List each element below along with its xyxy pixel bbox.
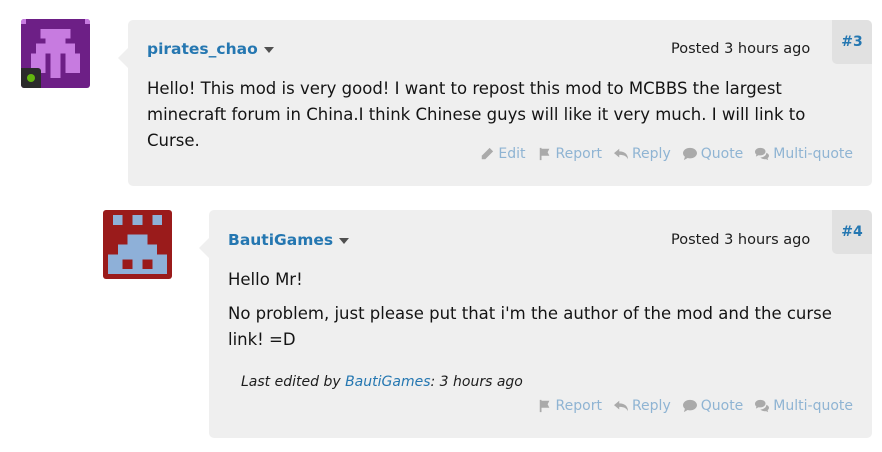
multi-quote-button[interactable]: Multi-quote bbox=[754, 146, 853, 162]
chevron-down-icon[interactable] bbox=[339, 238, 350, 244]
editor-link[interactable]: BautiGames bbox=[345, 374, 430, 390]
post-actions: Report Reply Quote Multi-quote bbox=[537, 398, 853, 414]
post-author[interactable]: BautiGames bbox=[228, 231, 350, 249]
report-button[interactable]: Report bbox=[537, 398, 602, 414]
post-3: pirates_chao Posted 3 hours ago #3 Hello… bbox=[118, 20, 872, 186]
post-author[interactable]: pirates_chao bbox=[147, 40, 274, 58]
flag-icon bbox=[539, 147, 549, 161]
chevron-down-icon[interactable] bbox=[263, 47, 274, 53]
avatar-pirates-chao[interactable] bbox=[21, 19, 90, 88]
double-speech-bubble-icon bbox=[755, 399, 770, 413]
quote-button[interactable]: Quote bbox=[682, 146, 743, 162]
report-button[interactable]: Report bbox=[537, 146, 602, 162]
multi-quote-button[interactable]: Multi-quote bbox=[754, 398, 853, 414]
post-4: BautiGames Posted 3 hours ago #4 Hello M… bbox=[199, 210, 872, 438]
posted-label: Posted bbox=[671, 232, 720, 248]
avatar-bautigames[interactable] bbox=[103, 210, 172, 279]
post-date: Posted 3 hours ago bbox=[671, 232, 810, 248]
post-time[interactable]: 3 hours ago bbox=[724, 232, 810, 248]
double-speech-bubble-icon bbox=[755, 147, 770, 161]
post-paragraph: No problem, just please put that i'm the… bbox=[228, 304, 832, 349]
speech-bubble-icon bbox=[682, 147, 697, 161]
speech-bubble-icon bbox=[682, 399, 697, 413]
post-number[interactable]: #3 bbox=[832, 20, 872, 64]
flag-icon bbox=[539, 399, 549, 413]
reply-arrow-icon bbox=[613, 400, 628, 412]
posted-label: Posted bbox=[671, 41, 720, 57]
reply-button[interactable]: Reply bbox=[613, 398, 671, 414]
post-body: Hello Mr! No problem, just please put th… bbox=[228, 267, 838, 361]
quote-button[interactable]: Quote bbox=[682, 398, 743, 414]
post-paragraph: Hello Mr! bbox=[228, 270, 303, 289]
reply-arrow-icon bbox=[613, 148, 628, 160]
post-paragraph: Hello! This mod is very good! I want to … bbox=[147, 79, 806, 150]
post-actions: Edit Report Reply Quote Multi-quote bbox=[479, 146, 853, 162]
post-date: Posted 3 hours ago bbox=[671, 41, 810, 57]
post-number[interactable]: #4 bbox=[832, 210, 872, 254]
last-edited-note: Last edited by BautiGames: 3 hours ago bbox=[241, 374, 523, 390]
post-author-name: BautiGames bbox=[228, 231, 334, 249]
post-author-name: pirates_chao bbox=[147, 40, 258, 58]
online-status-icon bbox=[21, 68, 41, 88]
post-time[interactable]: 3 hours ago bbox=[724, 41, 810, 57]
avatar-image bbox=[103, 210, 172, 279]
reply-button[interactable]: Reply bbox=[613, 146, 671, 162]
edit-button[interactable]: Edit bbox=[479, 146, 526, 162]
pencil-icon bbox=[482, 147, 494, 160]
